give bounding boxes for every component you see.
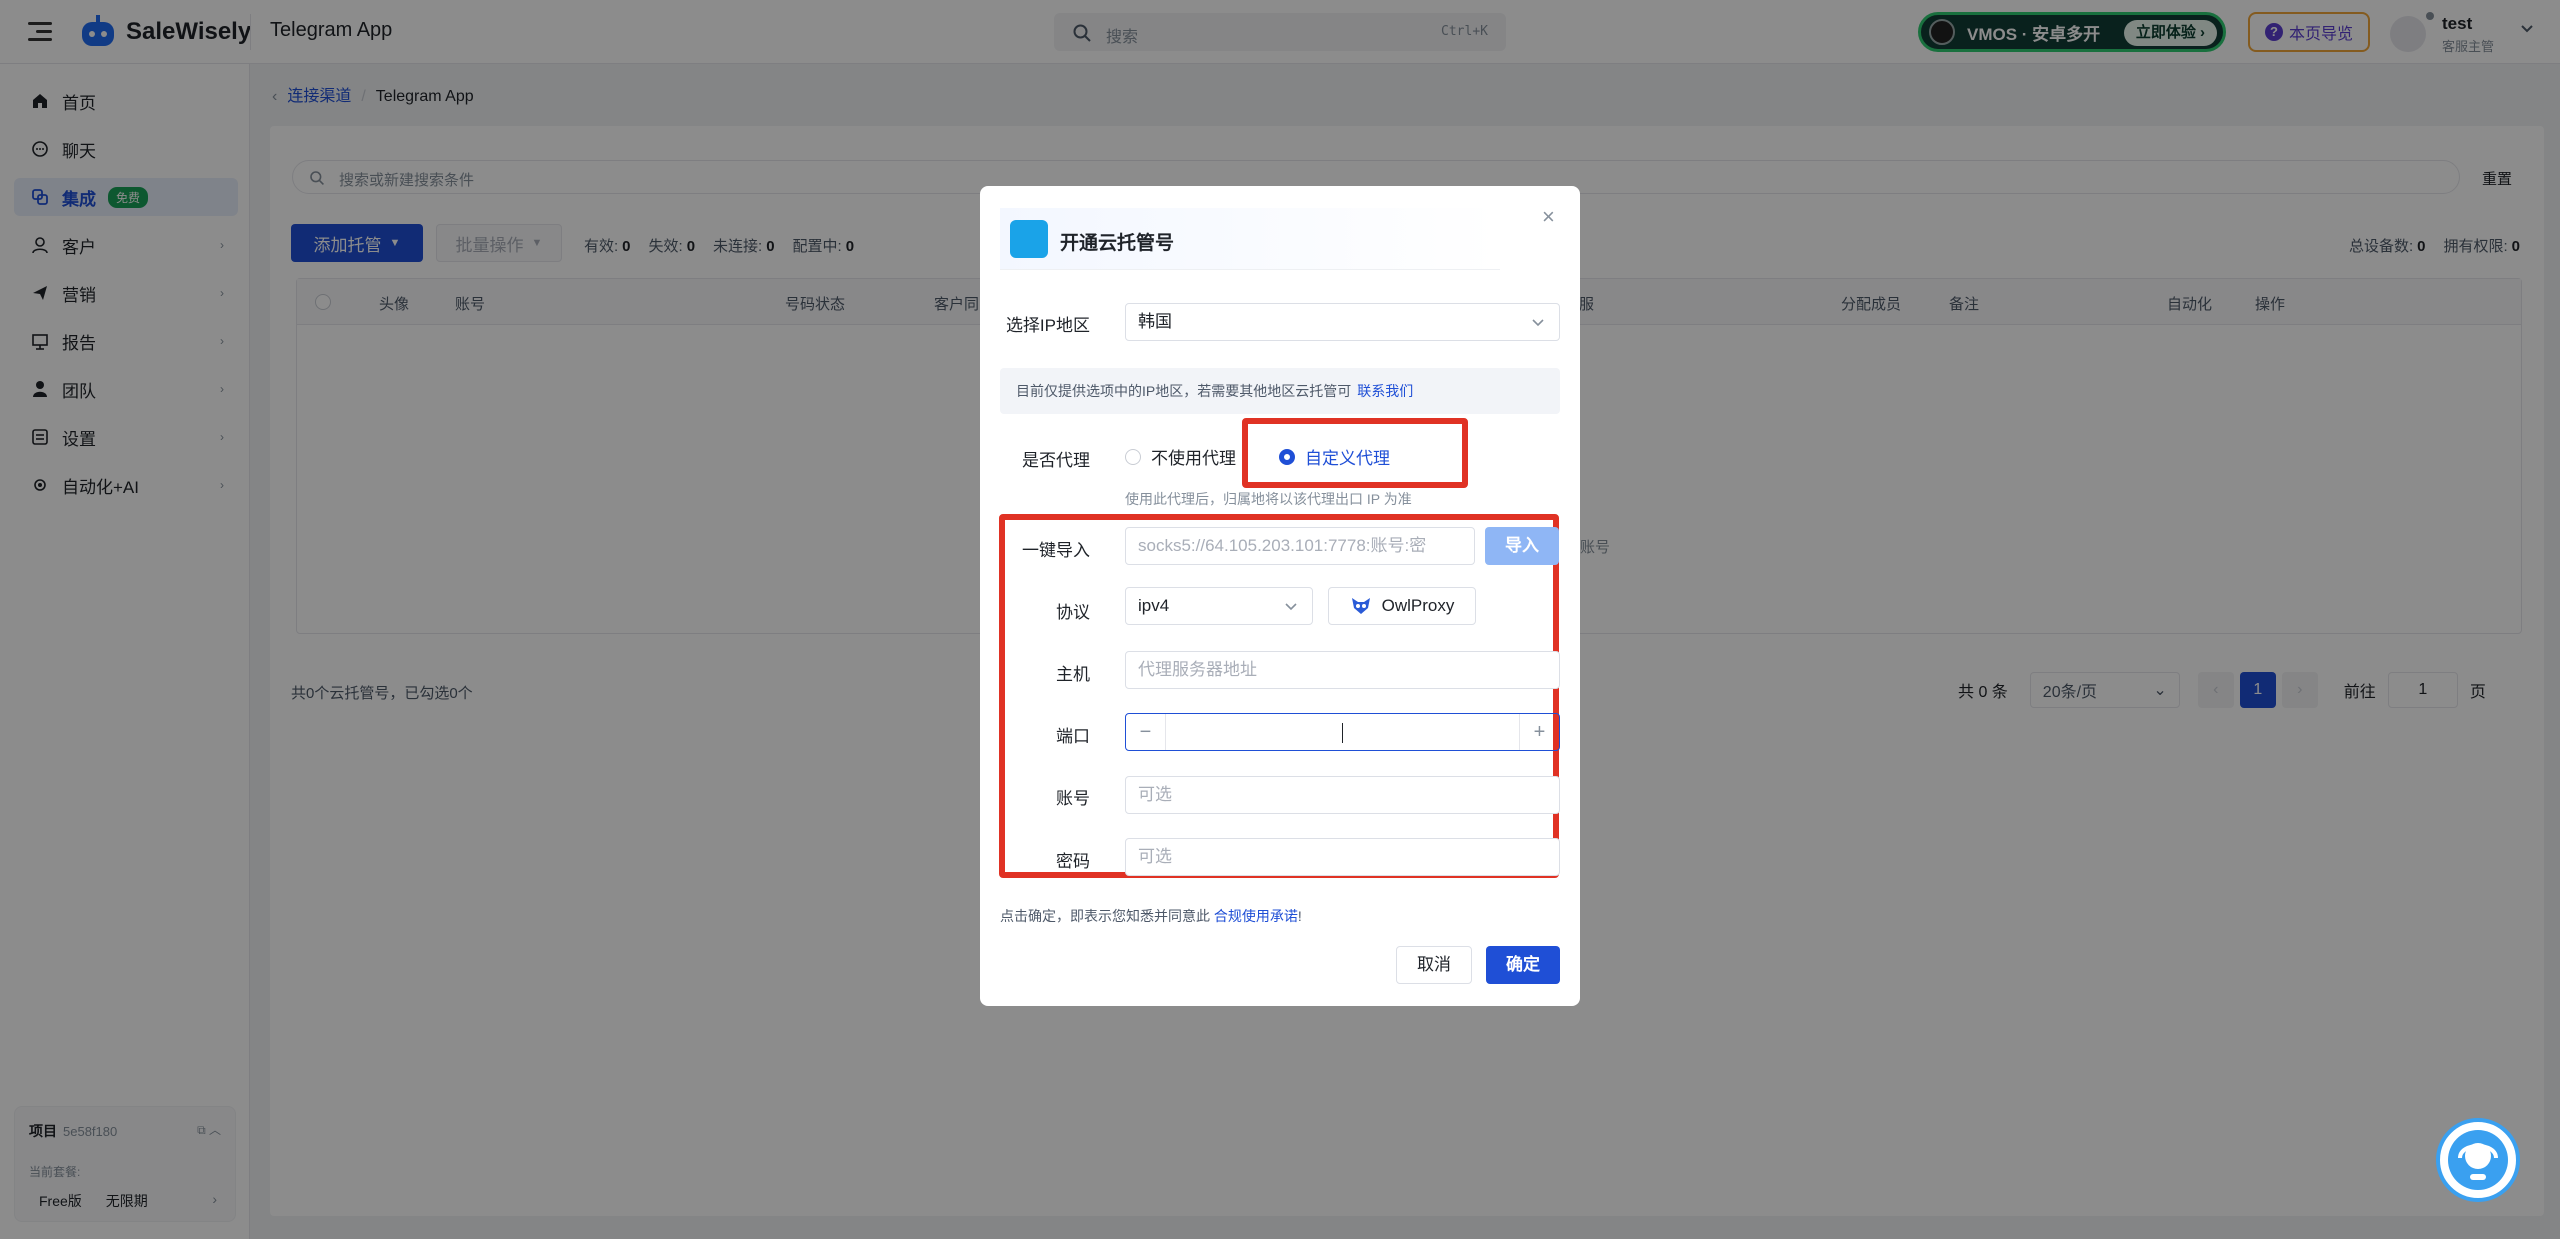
region-select[interactable]: 韩国 bbox=[1125, 303, 1560, 341]
increment-button[interactable]: + bbox=[1519, 714, 1559, 750]
modal-header: 开通云托管号 bbox=[1000, 208, 1500, 270]
modal-title: 开通云托管号 bbox=[1060, 233, 1175, 254]
cancel-button[interactable]: 取消 bbox=[1396, 946, 1472, 984]
account-label: 账号 bbox=[1056, 789, 1090, 808]
password-input[interactable]: 可选 bbox=[1125, 838, 1560, 876]
proxy-import-input[interactable]: socks5://64.105.203.101:7778:账号:密 bbox=[1125, 527, 1475, 565]
agreement-text: 点击确定，即表示您知悉并同意此 合规使用承诺! bbox=[1000, 908, 1302, 924]
owl-icon bbox=[1351, 598, 1370, 614]
radio-circle bbox=[1125, 448, 1141, 465]
highlight-box bbox=[999, 514, 1559, 878]
chevron-down-icon bbox=[1285, 603, 1297, 611]
region-label: 选择IP地区 bbox=[1005, 316, 1090, 335]
protocol-select[interactable]: ipv4 bbox=[1125, 587, 1313, 625]
import-label: 一键导入 bbox=[1022, 541, 1090, 560]
owlproxy-button[interactable]: OwlProxy bbox=[1328, 587, 1476, 625]
text-caret bbox=[1342, 723, 1343, 743]
proxy-hint: 使用此代理后，归属地将以该代理出口 IP 为准 bbox=[1125, 491, 1412, 507]
decrement-button[interactable]: − bbox=[1126, 714, 1166, 750]
custom-proxy-radio[interactable]: 自定义代理 bbox=[1279, 444, 1390, 469]
open-cloud-hosting-modal: 开通云托管号 × 选择IP地区 韩国 目前仅提供选项中的IP地区，若需要其他地区… bbox=[980, 186, 1580, 1006]
contact-us-link[interactable]: 联系我们 bbox=[1357, 383, 1413, 399]
protocol-label: 协议 bbox=[1056, 603, 1090, 622]
region-note: 目前仅提供选项中的IP地区，若需要其他地区云托管可 联系我们 bbox=[1000, 368, 1560, 414]
no-proxy-radio[interactable]: 不使用代理 bbox=[1125, 444, 1236, 469]
customer-support-icon[interactable] bbox=[2436, 1118, 2520, 1202]
confirm-button[interactable]: 确定 bbox=[1486, 946, 1560, 984]
import-button[interactable]: 导入 bbox=[1485, 527, 1559, 565]
port-label: 端口 bbox=[1056, 727, 1090, 746]
telegram-app-icon bbox=[1010, 220, 1048, 258]
compliance-link[interactable]: 合规使用承诺 bbox=[1214, 908, 1298, 924]
host-label: 主机 bbox=[1056, 665, 1090, 684]
account-input[interactable]: 可选 bbox=[1125, 776, 1560, 814]
host-input[interactable]: 代理服务器地址 bbox=[1125, 651, 1560, 689]
password-label: 密码 bbox=[1056, 852, 1090, 871]
proxy-label: 是否代理 bbox=[1022, 451, 1090, 470]
close-icon[interactable]: × bbox=[1542, 204, 1555, 230]
port-stepper[interactable]: − + bbox=[1125, 713, 1560, 751]
chevron-down-icon bbox=[1532, 319, 1544, 327]
radio-circle-selected bbox=[1279, 448, 1295, 465]
